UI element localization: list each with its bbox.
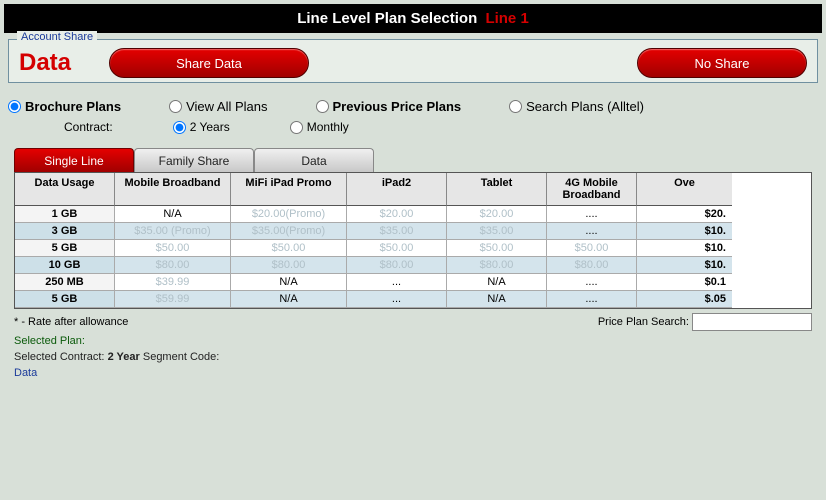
radio-two-years[interactable]: 2 Years bbox=[173, 120, 230, 134]
cell-mifi: N/A bbox=[231, 291, 347, 308]
cell-4g: .... bbox=[547, 206, 637, 223]
cell-usage: 5 GB bbox=[15, 291, 115, 308]
cell-mbb: $39.99 bbox=[115, 274, 231, 291]
cell-mbb: $59.99 bbox=[115, 291, 231, 308]
cell-mbb: $80.00 bbox=[115, 257, 231, 274]
panel-legend: Account Share bbox=[17, 31, 97, 43]
radio-monthly-input[interactable] bbox=[290, 121, 303, 134]
cell-tablet: $50.00 bbox=[447, 240, 547, 257]
cell-tablet: $35.00 bbox=[447, 223, 547, 240]
cell-mbb: $50.00 bbox=[115, 240, 231, 257]
cell-tablet: $20.00 bbox=[447, 206, 547, 223]
selected-contract-label: Selected Contract: bbox=[14, 351, 105, 363]
tab-data[interactable]: Data bbox=[254, 148, 374, 172]
cell-overage: $.05 bbox=[637, 291, 732, 308]
title-line: Line 1 bbox=[485, 10, 528, 27]
cell-4g: .... bbox=[547, 274, 637, 291]
cell-mbb: $35.00 (Promo) bbox=[115, 223, 231, 240]
tab-set: Single Line Family Share Data bbox=[14, 148, 818, 172]
radio-monthly[interactable]: Monthly bbox=[290, 120, 349, 134]
cell-overage: $0.1 bbox=[637, 274, 732, 291]
cell-4g: .... bbox=[547, 223, 637, 240]
col-mobile-broadband[interactable]: Mobile Broadband bbox=[115, 173, 231, 206]
contract-row: Contract: 2 Years Monthly bbox=[64, 120, 818, 134]
contract-label: Contract: bbox=[64, 120, 113, 134]
col-ipad2[interactable]: iPad2 bbox=[347, 173, 447, 206]
table-row[interactable]: 1 GBN/A$20.00(Promo)$20.00$20.00....$20. bbox=[15, 206, 811, 223]
plan-filter-row: Brochure Plans View All Plans Previous P… bbox=[8, 99, 818, 114]
cell-ipad2: $50.00 bbox=[347, 240, 447, 257]
radio-view-all-plans[interactable]: View All Plans bbox=[169, 99, 267, 114]
col-4g-mobile-broadband[interactable]: 4G Mobile Broadband bbox=[547, 173, 637, 206]
radio-brochure-input[interactable] bbox=[8, 100, 21, 113]
radio-previous-plans[interactable]: Previous Price Plans bbox=[316, 99, 462, 114]
radio-previous-input[interactable] bbox=[316, 100, 329, 113]
tab-single-line[interactable]: Single Line bbox=[14, 148, 134, 172]
col-data-usage[interactable]: Data Usage bbox=[15, 173, 115, 206]
selected-contract-row: Selected Contract: 2 Year Segment Code: bbox=[14, 351, 812, 363]
account-share-panel: Account Share Data Share Data No Share bbox=[8, 39, 818, 83]
data-link[interactable]: Data bbox=[14, 367, 812, 379]
cell-ipad2: ... bbox=[347, 274, 447, 291]
cell-4g: $50.00 bbox=[547, 240, 637, 257]
table-row[interactable]: 5 GB$50.00$50.00$50.00$50.00$50.00$10. bbox=[15, 240, 811, 257]
col-tablet[interactable]: Tablet bbox=[447, 173, 547, 206]
cell-mbb: N/A bbox=[115, 206, 231, 223]
cell-usage: 10 GB bbox=[15, 257, 115, 274]
cell-tablet: N/A bbox=[447, 291, 547, 308]
cell-mifi: $80.00 bbox=[231, 257, 347, 274]
rate-footnote: * - Rate after allowance bbox=[14, 316, 128, 328]
price-plan-search-label: Price Plan Search: bbox=[598, 316, 689, 328]
cell-mifi: $50.00 bbox=[231, 240, 347, 257]
radio-view-all-input[interactable] bbox=[169, 100, 182, 113]
col-overage[interactable]: Ove bbox=[637, 173, 732, 206]
selected-plan-label: Selected Plan: bbox=[14, 335, 85, 347]
cell-usage: 3 GB bbox=[15, 223, 115, 240]
cell-mifi: $35.00(Promo) bbox=[231, 223, 347, 240]
cell-overage: $20. bbox=[637, 206, 732, 223]
cell-usage: 1 GB bbox=[15, 206, 115, 223]
price-plan-search: Price Plan Search: bbox=[598, 313, 812, 331]
segment-code-label: Segment Code: bbox=[143, 351, 219, 363]
cell-mifi: N/A bbox=[231, 274, 347, 291]
share-data-button[interactable]: Share Data bbox=[109, 48, 309, 78]
table-row[interactable]: 5 GB$59.99N/A...N/A....$.05 bbox=[15, 291, 811, 308]
radio-two-years-input[interactable] bbox=[173, 121, 186, 134]
col-mifi-ipad-promo[interactable]: MiFi iPad Promo bbox=[231, 173, 347, 206]
cell-4g: .... bbox=[547, 291, 637, 308]
cell-tablet: N/A bbox=[447, 274, 547, 291]
cell-ipad2: ... bbox=[347, 291, 447, 308]
table-row[interactable]: 3 GB$35.00 (Promo)$35.00(Promo)$35.00$35… bbox=[15, 223, 811, 240]
cell-overage: $10. bbox=[637, 223, 732, 240]
plan-table: Data Usage Mobile Broadband MiFi iPad Pr… bbox=[14, 172, 812, 309]
no-share-button[interactable]: No Share bbox=[637, 48, 807, 78]
table-header-row: Data Usage Mobile Broadband MiFi iPad Pr… bbox=[15, 173, 811, 206]
footnote-row: * - Rate after allowance Price Plan Sear… bbox=[14, 313, 812, 331]
selected-plan-row: Selected Plan: bbox=[14, 335, 812, 347]
price-plan-search-input[interactable] bbox=[692, 313, 812, 331]
cell-ipad2: $35.00 bbox=[347, 223, 447, 240]
radio-search-plans[interactable]: Search Plans (Alltel) bbox=[509, 99, 644, 114]
cell-tablet: $80.00 bbox=[447, 257, 547, 274]
cell-overage: $10. bbox=[637, 257, 732, 274]
cell-usage: 250 MB bbox=[15, 274, 115, 291]
radio-brochure-plans[interactable]: Brochure Plans bbox=[8, 99, 121, 114]
tab-family-share[interactable]: Family Share bbox=[134, 148, 254, 172]
selected-contract-value: 2 Year bbox=[108, 351, 140, 363]
cell-overage: $10. bbox=[637, 240, 732, 257]
title-main: Line Level Plan Selection bbox=[297, 10, 477, 27]
table-row[interactable]: 10 GB$80.00$80.00$80.00$80.00$80.00$10. bbox=[15, 257, 811, 274]
radio-search-input[interactable] bbox=[509, 100, 522, 113]
data-label: Data bbox=[19, 49, 71, 77]
title-bar: Line Level Plan Selection Line 1 bbox=[4, 4, 822, 33]
table-row[interactable]: 250 MB$39.99N/A...N/A....$0.1 bbox=[15, 274, 811, 291]
cell-usage: 5 GB bbox=[15, 240, 115, 257]
cell-mifi: $20.00(Promo) bbox=[231, 206, 347, 223]
cell-ipad2: $80.00 bbox=[347, 257, 447, 274]
cell-4g: $80.00 bbox=[547, 257, 637, 274]
cell-ipad2: $20.00 bbox=[347, 206, 447, 223]
